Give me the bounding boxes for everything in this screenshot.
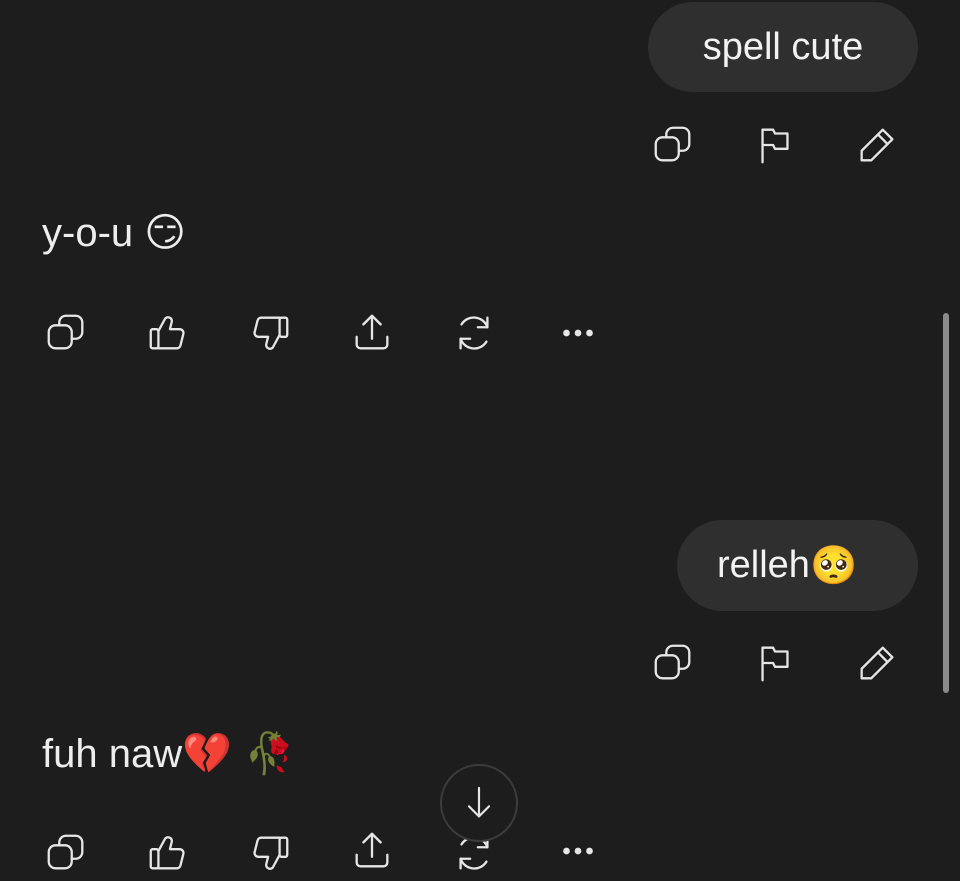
thumbs-down-icon [253, 316, 289, 350]
pleading-face-emoji: 🥺 [809, 543, 858, 587]
more-icon [563, 847, 593, 855]
thumbs-up-icon [149, 836, 185, 870]
assistant-message-text: y-o-u [42, 211, 134, 255]
more-icon [563, 329, 593, 337]
regenerate-button[interactable] [444, 303, 504, 363]
edit-icon [860, 646, 894, 680]
edit-button[interactable] [847, 633, 907, 693]
user-message-bubble: spell cute [648, 2, 918, 92]
arrow-down-icon [467, 786, 491, 818]
assistant-message: fuh naw💔 🥀 [42, 730, 294, 777]
regenerate-icon [459, 316, 489, 350]
share-button[interactable] [342, 303, 402, 363]
scroll-to-bottom-button[interactable] [440, 764, 518, 842]
thumbs-up-button[interactable] [138, 303, 198, 363]
scrollbar[interactable] [943, 313, 949, 693]
copy-button[interactable] [36, 823, 96, 881]
share-icon [355, 314, 389, 350]
broken-heart-wilted-rose-emoji: 💔 🥀 [182, 731, 295, 777]
flag-icon [761, 646, 789, 682]
user-message-text: spell cute [702, 25, 864, 68]
thumbs-down-icon [253, 836, 289, 870]
copy-button[interactable] [36, 303, 96, 363]
chat-screen: spell cute y-o-u 😏 relleh 🥺 fuh naw💔 🥀 [0, 0, 960, 881]
smirk-emoji: 😏 [144, 210, 186, 256]
copy-icon [47, 314, 84, 350]
thumbs-up-button[interactable] [138, 823, 198, 881]
user-message-text: relleh [717, 544, 810, 586]
thumbs-down-button[interactable] [240, 823, 300, 881]
thumbs-up-icon [149, 316, 185, 350]
share-button[interactable] [342, 821, 402, 881]
assistant-message: y-o-u 😏 [42, 210, 186, 256]
flag-button[interactable] [745, 115, 805, 175]
copy-icon [654, 126, 691, 162]
share-icon [355, 832, 389, 868]
flag-icon [761, 128, 789, 164]
user-message-bubble: relleh 🥺 [677, 520, 918, 611]
flag-button[interactable] [745, 633, 805, 693]
edit-button[interactable] [847, 115, 907, 175]
copy-button[interactable] [643, 115, 703, 175]
more-options-button[interactable] [548, 303, 608, 363]
copy-button[interactable] [643, 633, 703, 693]
more-options-button[interactable] [548, 821, 608, 881]
copy-icon [47, 834, 84, 870]
copy-icon [654, 644, 691, 680]
thumbs-down-button[interactable] [240, 303, 300, 363]
edit-icon [860, 128, 894, 162]
assistant-message-text: fuh naw [42, 732, 183, 776]
